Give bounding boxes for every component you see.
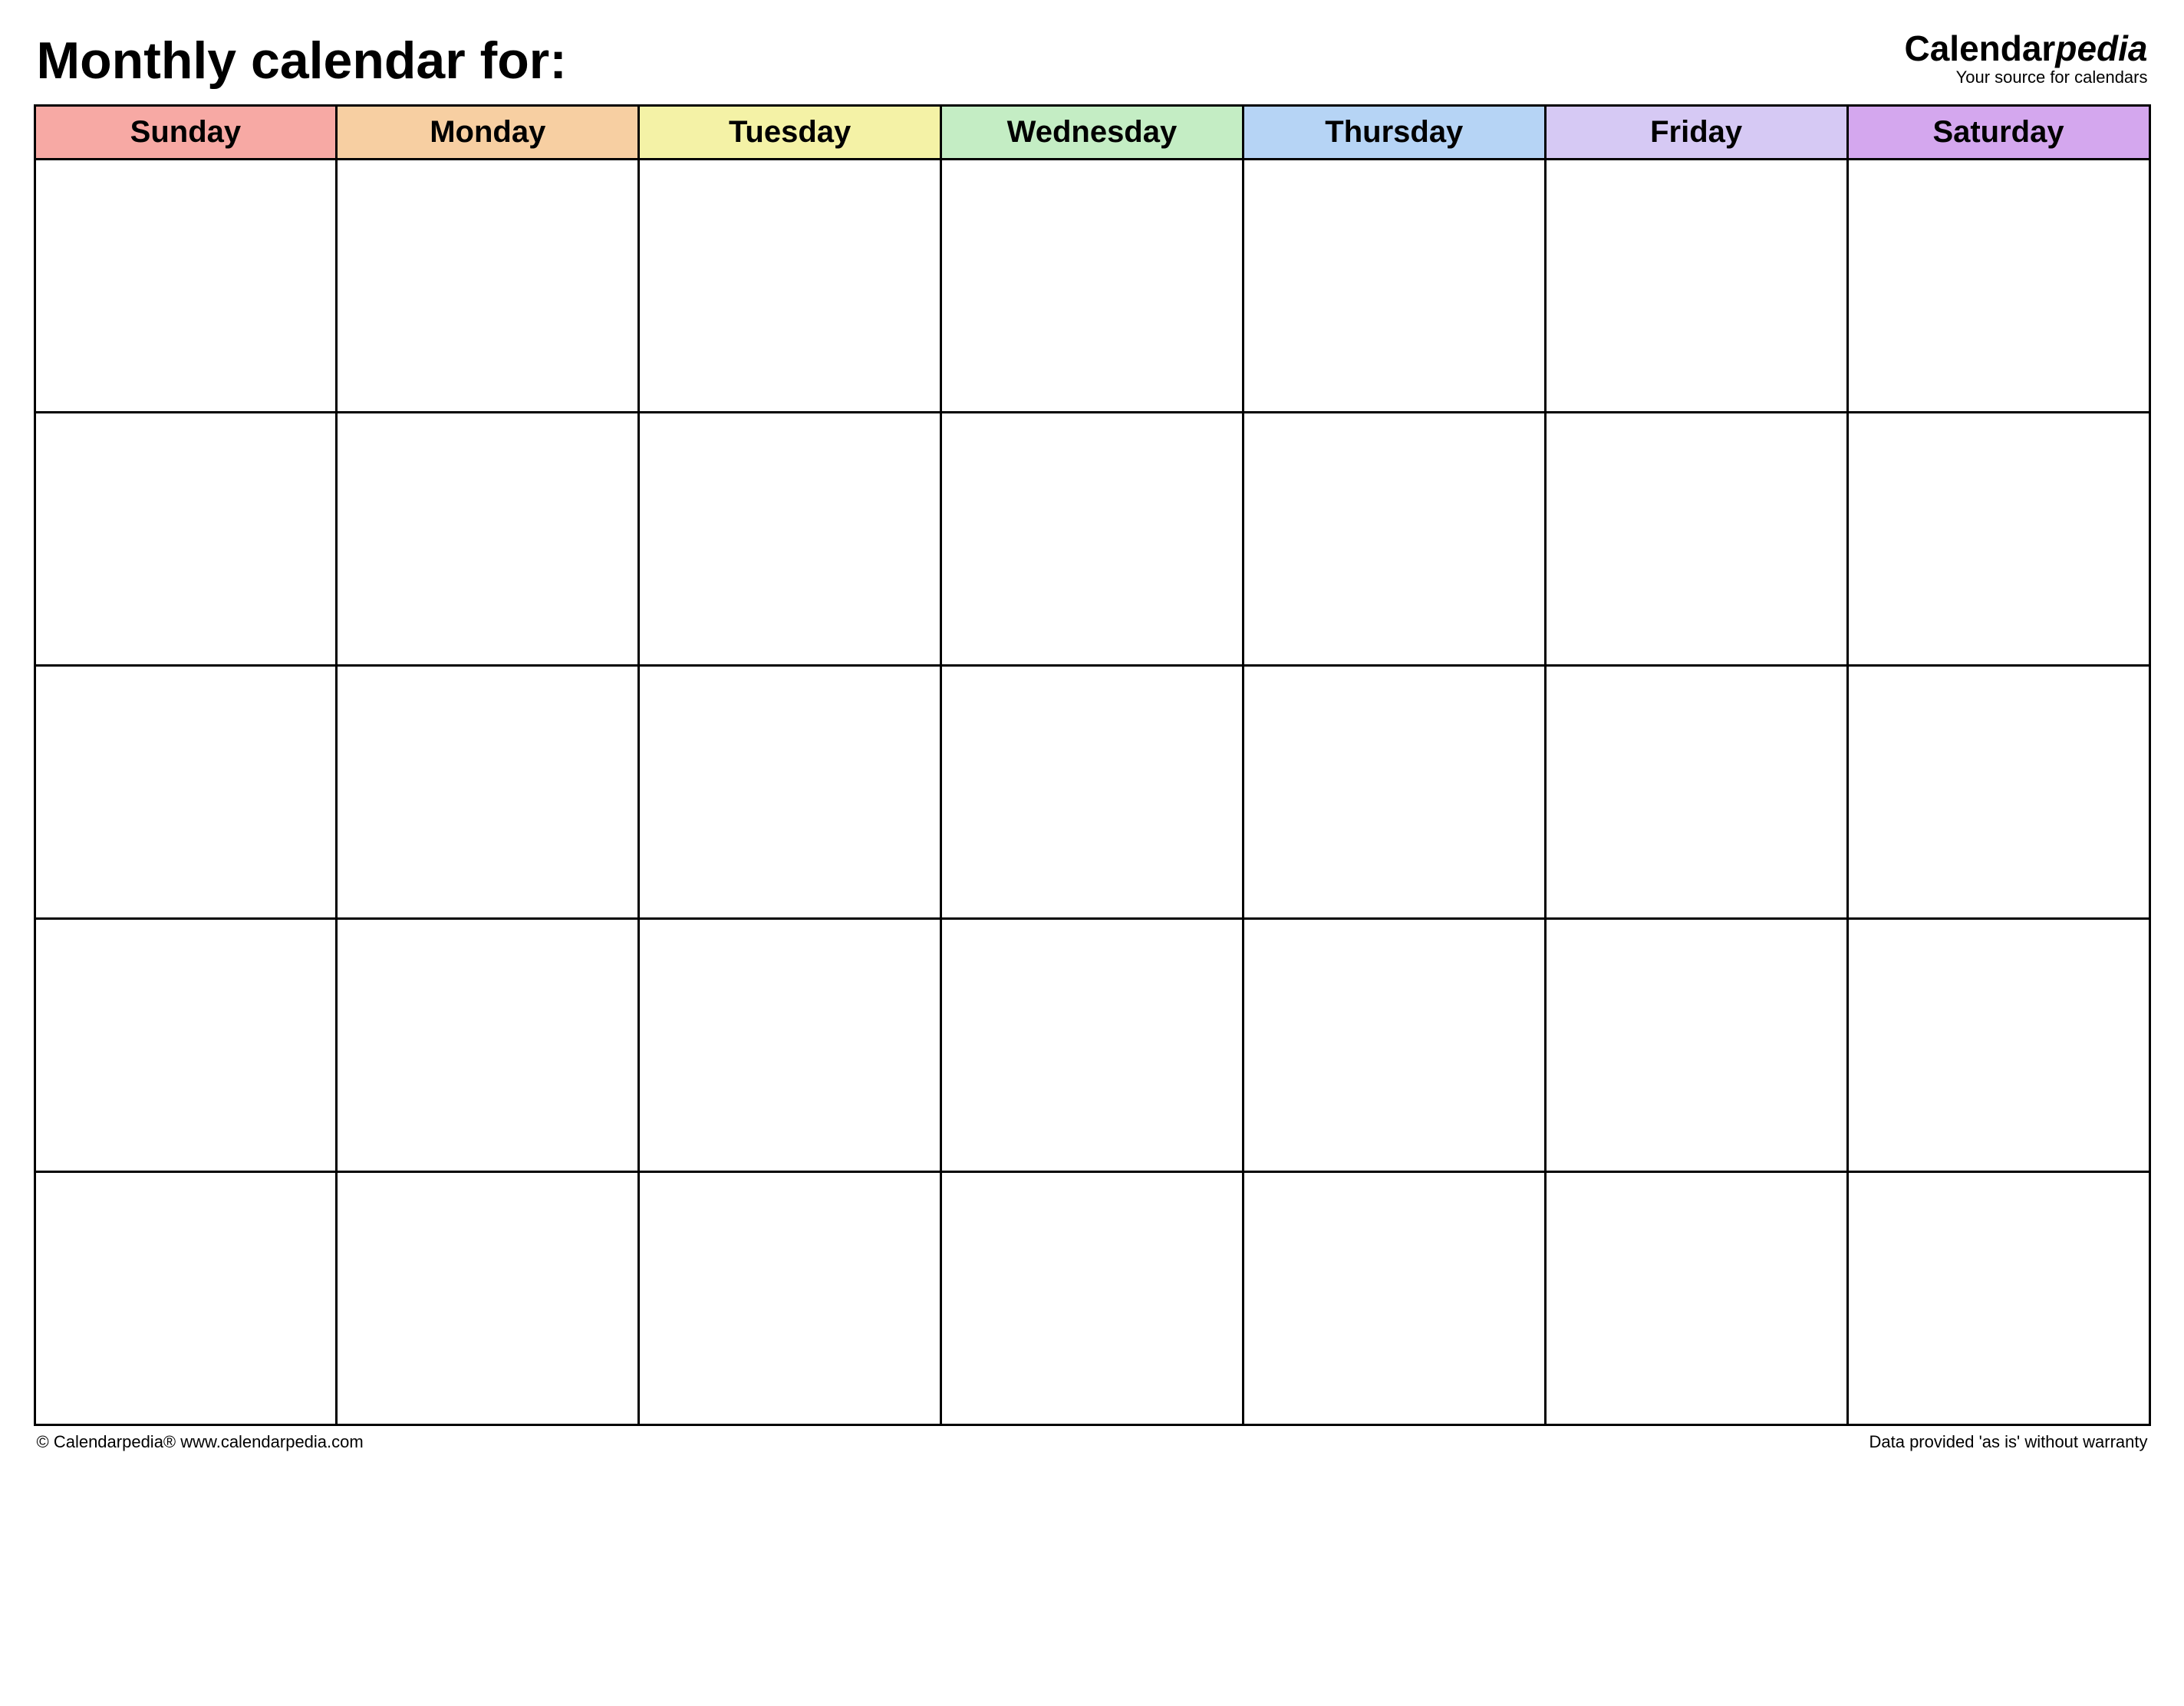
- calendar-grid: SundayMondayTuesdayWednesdayThursdayFrid…: [34, 104, 2151, 1426]
- day-cell[interactable]: [941, 1172, 1244, 1425]
- day-cell[interactable]: [1847, 919, 2149, 1172]
- day-cell[interactable]: [35, 919, 337, 1172]
- day-cell[interactable]: [1847, 413, 2149, 666]
- day-cell[interactable]: [35, 160, 337, 413]
- day-cell[interactable]: [1243, 919, 1545, 1172]
- day-cell[interactable]: [1847, 160, 2149, 413]
- day-cell[interactable]: [337, 666, 639, 919]
- day-cell[interactable]: [1243, 1172, 1545, 1425]
- day-cell[interactable]: [941, 160, 1244, 413]
- day-cell[interactable]: [639, 919, 941, 1172]
- calendar-page: Monthly calendar for: Calendarpedia Your…: [34, 31, 2151, 1452]
- day-header-row: SundayMondayTuesdayWednesdayThursdayFrid…: [35, 106, 2149, 160]
- brand-tagline: Your source for calendars: [1904, 68, 2147, 87]
- week-row: [35, 666, 2149, 919]
- day-header-saturday: Saturday: [1847, 106, 2149, 160]
- day-cell[interactable]: [639, 413, 941, 666]
- day-cell[interactable]: [35, 666, 337, 919]
- day-cell[interactable]: [1243, 413, 1545, 666]
- day-cell[interactable]: [1545, 160, 1847, 413]
- week-row: [35, 919, 2149, 1172]
- day-cell[interactable]: [35, 413, 337, 666]
- week-row: [35, 160, 2149, 413]
- day-cell[interactable]: [337, 413, 639, 666]
- footer-right: Data provided 'as is' without warranty: [1869, 1432, 2147, 1452]
- week-row: [35, 1172, 2149, 1425]
- day-cell[interactable]: [1545, 666, 1847, 919]
- day-cell[interactable]: [337, 919, 639, 1172]
- day-cell[interactable]: [1847, 666, 2149, 919]
- day-header-monday: Monday: [337, 106, 639, 160]
- brand-logo: Calendarpedia: [1904, 31, 2147, 66]
- day-cell[interactable]: [941, 413, 1244, 666]
- day-header-tuesday: Tuesday: [639, 106, 941, 160]
- day-cell[interactable]: [1545, 919, 1847, 1172]
- calendar-body: [35, 160, 2149, 1425]
- day-cell[interactable]: [337, 160, 639, 413]
- week-row: [35, 413, 2149, 666]
- day-header-sunday: Sunday: [35, 106, 337, 160]
- day-cell[interactable]: [639, 666, 941, 919]
- day-header-friday: Friday: [1545, 106, 1847, 160]
- day-cell[interactable]: [337, 1172, 639, 1425]
- brand-block: Calendarpedia Your source for calendars: [1904, 31, 2147, 87]
- day-header-thursday: Thursday: [1243, 106, 1545, 160]
- footer-left: © Calendarpedia® www.calendarpedia.com: [37, 1432, 364, 1452]
- brand-part1: Calendar: [1904, 28, 2055, 68]
- day-cell[interactable]: [35, 1172, 337, 1425]
- brand-part2: pedia: [2055, 28, 2147, 68]
- day-cell[interactable]: [941, 666, 1244, 919]
- header: Monthly calendar for: Calendarpedia Your…: [34, 31, 2151, 91]
- page-title: Monthly calendar for:: [37, 31, 567, 91]
- day-cell[interactable]: [1243, 160, 1545, 413]
- footer: © Calendarpedia® www.calendarpedia.com D…: [34, 1432, 2151, 1452]
- day-cell[interactable]: [639, 160, 941, 413]
- day-cell[interactable]: [941, 919, 1244, 1172]
- day-cell[interactable]: [1847, 1172, 2149, 1425]
- day-cell[interactable]: [1243, 666, 1545, 919]
- day-cell[interactable]: [1545, 413, 1847, 666]
- day-cell[interactable]: [1545, 1172, 1847, 1425]
- day-cell[interactable]: [639, 1172, 941, 1425]
- day-header-wednesday: Wednesday: [941, 106, 1244, 160]
